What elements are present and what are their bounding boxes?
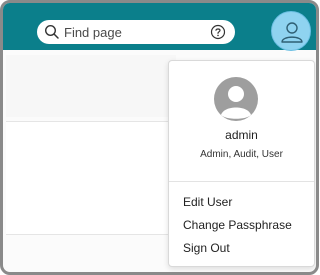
sign-out-menu-item[interactable]: Sign Out <box>183 241 230 255</box>
change-passphrase-menu-item[interactable]: Change Passphrase <box>183 218 292 232</box>
top-bar <box>3 3 316 51</box>
search-box[interactable] <box>37 20 235 44</box>
username: admin <box>225 128 258 142</box>
app-window: admin Admin, Audit, User Edit User Chang… <box>0 0 319 275</box>
user-avatar-button[interactable] <box>271 11 311 51</box>
search-input[interactable] <box>64 22 204 42</box>
search-icon <box>44 24 60 40</box>
background-area <box>6 55 176 117</box>
divider <box>169 181 314 182</box>
user-roles: Admin, Audit, User <box>200 149 283 160</box>
user-icon <box>281 22 303 43</box>
background-panel <box>6 121 176 235</box>
help-circle-icon[interactable] <box>210 24 226 40</box>
avatar <box>214 77 258 121</box>
user-menu-dropdown: admin Admin, Audit, User Edit User Chang… <box>168 60 315 267</box>
edit-user-menu-item[interactable]: Edit User <box>183 195 232 209</box>
